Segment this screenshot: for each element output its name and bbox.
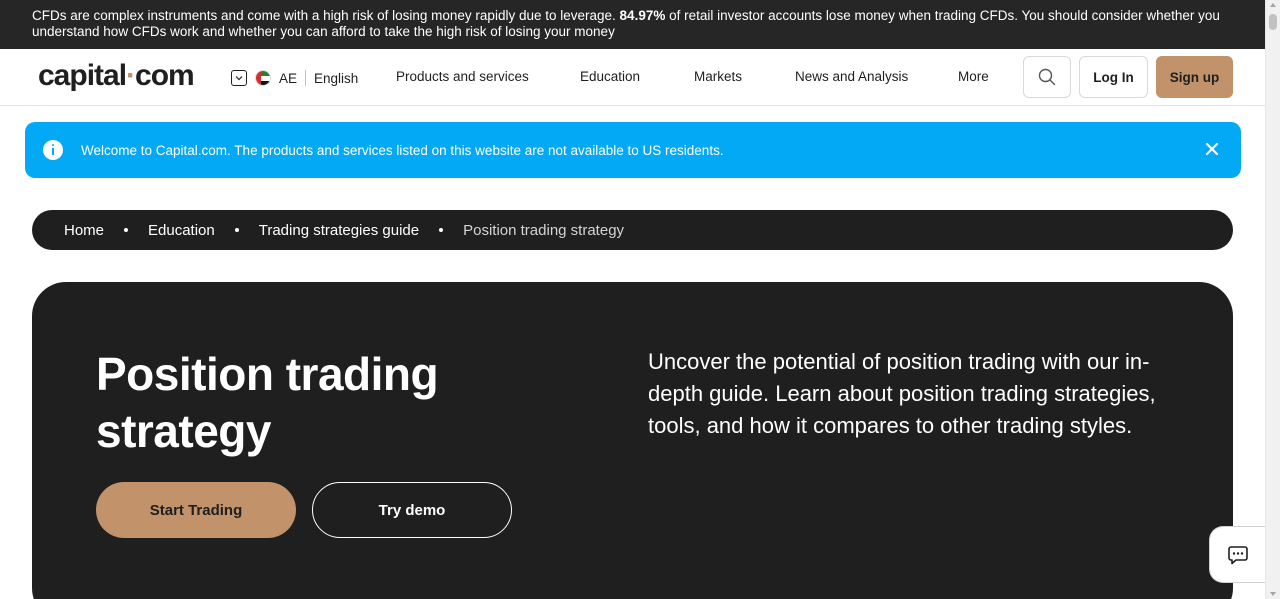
try-demo-button[interactable]: Try demo [312,482,512,538]
scrollbar-thumb[interactable] [1269,14,1277,30]
region-code[interactable]: AE [279,71,297,86]
chat-button[interactable] [1209,526,1265,583]
breadcrumb-separator [124,228,129,232]
nav-news-and-analysis[interactable]: News and Analysis [795,69,908,84]
login-button[interactable]: Log In [1079,56,1148,98]
notice-text: Welcome to Capital.com. The products and… [81,142,724,158]
region-divider [305,70,307,86]
chevron-down-icon[interactable] [231,70,247,86]
region-language-selector[interactable]: AE English [231,68,358,88]
site-header: capital·com AE English Products and serv… [0,49,1265,106]
search-icon [1038,68,1056,86]
risk-warning-prefix: CFDs are complex instruments and come wi… [32,8,616,23]
breadcrumb-current: Position trading strategy [463,221,625,239]
nav-products-and-services[interactable]: Products and services [396,69,529,84]
breadcrumb-separator [234,228,239,232]
page-scrollbar[interactable] [1265,0,1280,599]
hero-description: Uncover the potential of position tradin… [648,349,1156,438]
breadcrumb-education[interactable]: Education [148,222,215,239]
nav-education[interactable]: Education [580,69,640,84]
capital-com-logo[interactable]: capital·com [38,59,195,93]
nav-markets[interactable]: Markets [694,69,742,84]
language-label[interactable]: English [314,71,358,86]
breadcrumb-trading-strategies-guide[interactable]: Trading strategies guide [259,222,419,239]
signup-button[interactable]: Sign up [1156,56,1233,98]
hero-section: Position trading strategy Uncover the po… [32,282,1233,599]
risk-warning-percent: 84.97% [619,8,666,23]
breadcrumb-separator [439,228,444,232]
breadcrumb: Home Education Trading strategies guide … [32,210,1233,250]
info-icon [43,140,63,160]
risk-warning-bar: CFDs are complex instruments and come wi… [0,0,1265,49]
nav-more[interactable]: More [958,69,989,84]
us-residents-notice: Welcome to Capital.com. The products and… [25,122,1241,178]
chat-icon [1227,545,1248,564]
start-trading-button[interactable]: Start Trading [96,482,296,538]
page-title: Position trading strategy [96,348,439,457]
close-icon[interactable] [1205,142,1219,156]
breadcrumb-home[interactable]: Home [64,222,104,239]
uae-flag-icon [255,70,271,86]
scroll-up-icon[interactable] [1270,3,1276,7]
scroll-down-icon[interactable] [1270,592,1276,596]
search-button[interactable] [1023,56,1071,98]
